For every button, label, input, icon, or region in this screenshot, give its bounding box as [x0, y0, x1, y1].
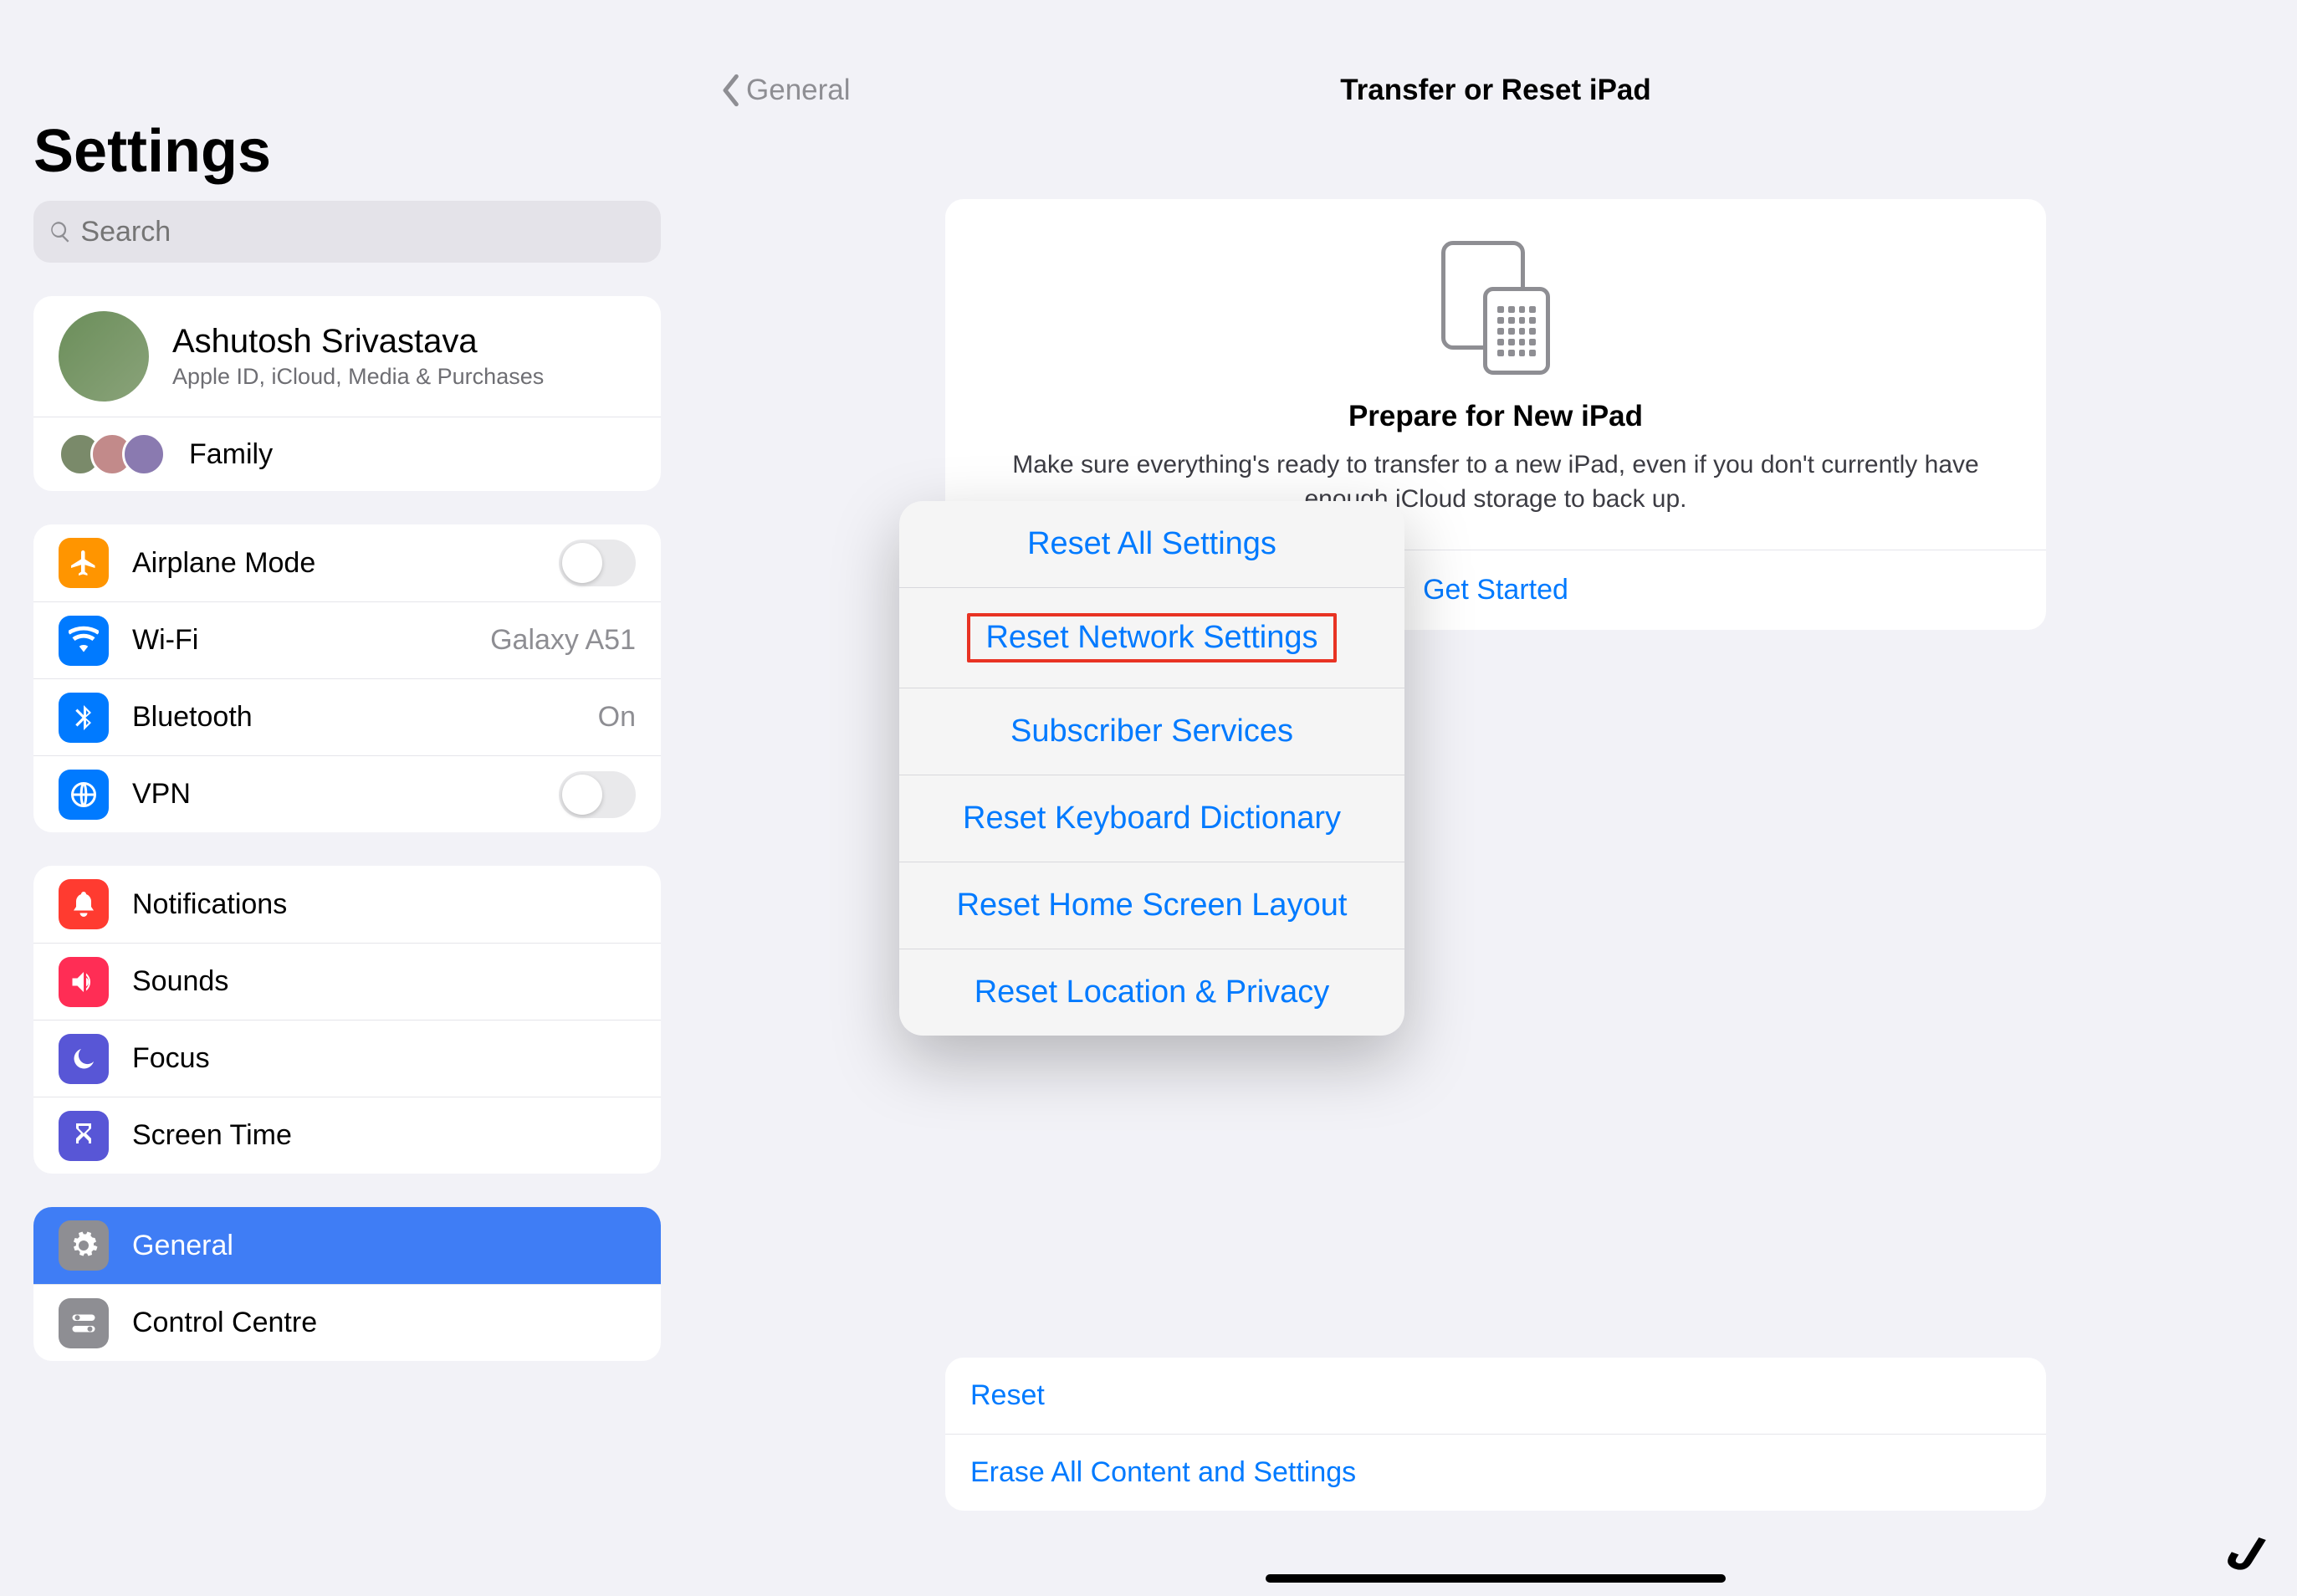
family-avatars — [59, 432, 166, 476]
erase-row[interactable]: Erase All Content and Settings — [945, 1434, 2046, 1511]
page-title: Settings — [0, 117, 694, 201]
device-illustration — [1441, 241, 1550, 375]
airplane-label: Airplane Mode — [132, 547, 315, 580]
control-centre-row[interactable]: Control Centre — [33, 1284, 661, 1361]
hourglass-icon — [59, 1111, 109, 1161]
popover-reset-home[interactable]: Reset Home Screen Layout — [899, 862, 1404, 949]
home-indicator[interactable] — [1266, 1574, 1726, 1583]
vpn-toggle[interactable] — [559, 771, 636, 818]
bluetooth-label: Bluetooth — [132, 701, 253, 734]
vpn-row[interactable]: VPN — [33, 755, 661, 832]
avatar — [59, 311, 149, 402]
wifi-label: Wi-Fi — [132, 624, 198, 657]
control-centre-label: Control Centre — [132, 1307, 317, 1339]
bluetooth-row[interactable]: Bluetooth On — [33, 678, 661, 755]
sounds-row[interactable]: Sounds — [33, 943, 661, 1020]
screen-time-row[interactable]: Screen Time — [33, 1097, 661, 1174]
bluetooth-value: On — [598, 701, 636, 734]
account-name: Ashutosh Srivastava — [172, 323, 544, 361]
popover-subscriber-services[interactable]: Subscriber Services — [899, 688, 1404, 775]
focus-label: Focus — [132, 1042, 210, 1075]
popover-reset-all[interactable]: Reset All Settings — [899, 501, 1404, 587]
general-label: General — [132, 1230, 233, 1262]
popover-reset-keyboard[interactable]: Reset Keyboard Dictionary — [899, 775, 1404, 862]
sounds-label: Sounds — [132, 965, 228, 998]
wifi-value: Galaxy A51 — [490, 624, 636, 657]
detail-title: Transfer or Reset iPad — [1340, 74, 1651, 107]
chevron-left-icon — [718, 74, 741, 107]
airplane-mode-row[interactable]: Airplane Mode — [33, 524, 661, 601]
bluetooth-icon — [59, 693, 109, 743]
vpn-label: VPN — [132, 778, 191, 811]
screentime-label: Screen Time — [132, 1119, 292, 1152]
account-sub: Apple ID, iCloud, Media & Purchases — [172, 364, 544, 390]
wifi-row-icon — [59, 616, 109, 666]
moon-icon — [59, 1034, 109, 1084]
reset-card: Reset Erase All Content and Settings — [945, 1358, 2046, 1511]
notifications-row[interactable]: Notifications — [33, 866, 661, 943]
detail-header: General Transfer or Reset iPad — [694, 40, 2297, 141]
back-button[interactable]: General — [718, 74, 851, 107]
detail-pane: General Transfer or Reset iPad Prepare f… — [694, 0, 2297, 1596]
alerts-card: Notifications Sounds Focus Screen Time — [33, 866, 661, 1174]
reset-popover: Reset All Settings Reset Network Setting… — [899, 501, 1404, 1036]
search-input[interactable] — [80, 216, 646, 248]
search-icon — [49, 219, 72, 244]
reset-row[interactable]: Reset — [945, 1358, 2046, 1434]
family-row[interactable]: Family — [33, 417, 661, 491]
general-row[interactable]: General — [33, 1207, 661, 1284]
wifi-row[interactable]: Wi-Fi Galaxy A51 — [33, 601, 661, 678]
focus-row[interactable]: Focus — [33, 1020, 661, 1097]
airplane-icon — [59, 538, 109, 588]
speaker-icon — [59, 957, 109, 1007]
prepare-title: Prepare for New iPad — [995, 400, 1996, 433]
connectivity-card: Airplane Mode Wi-Fi Galaxy A51 Bluetooth… — [33, 524, 661, 832]
back-label: General — [746, 74, 851, 107]
general-card: General Control Centre — [33, 1207, 661, 1361]
apple-id-row[interactable]: Ashutosh Srivastava Apple ID, iCloud, Me… — [33, 296, 661, 417]
vpn-icon — [59, 770, 109, 820]
search-field[interactable] — [33, 201, 661, 263]
notifications-label: Notifications — [132, 888, 287, 921]
bell-icon — [59, 879, 109, 929]
account-card: Ashutosh Srivastava Apple ID, iCloud, Me… — [33, 296, 661, 491]
airplane-toggle[interactable] — [559, 540, 636, 586]
gear-icon — [59, 1220, 109, 1271]
family-label: Family — [189, 438, 273, 471]
settings-sidebar: Settings Ashutosh Srivastava Apple ID, i… — [0, 0, 694, 1596]
popover-reset-location[interactable]: Reset Location & Privacy — [899, 949, 1404, 1036]
popover-reset-network[interactable]: Reset Network Settings — [899, 587, 1404, 688]
toggles-icon — [59, 1298, 109, 1348]
scribble-mark: 𝑱 — [2221, 1521, 2268, 1586]
highlight-annotation: Reset Network Settings — [967, 613, 1336, 662]
